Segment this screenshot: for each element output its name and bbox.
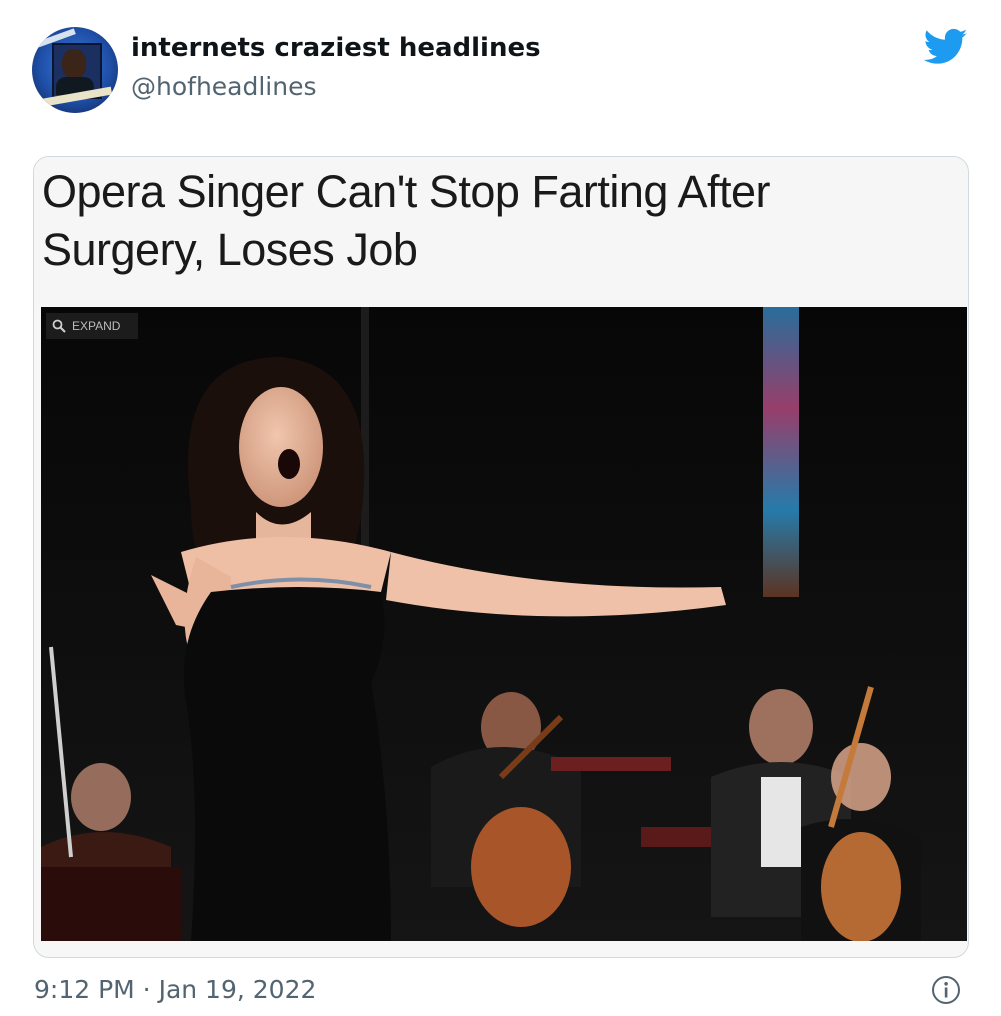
display-name[interactable]: internets craziest headlines [131,33,541,63]
headline-box: Opera Singer Can't Stop Farting After Su… [34,157,968,305]
tweet-timestamp[interactable]: 9:12 PM · Jan 19, 2022 [34,975,316,1004]
photo-scene [41,307,967,941]
info-icon[interactable] [930,974,962,1006]
article-photo[interactable]: EXPAND [41,307,967,941]
avatar[interactable] [32,27,118,113]
tweet-header: internets craziest headlines @hofheadlin… [0,0,1001,150]
article-headline: Opera Singer Can't Stop Farting After Su… [42,166,770,275]
article-card[interactable]: Opera Singer Can't Stop Farting After Su… [33,156,969,958]
user-handle[interactable]: @hofheadlines [131,72,317,101]
expand-label: EXPAND [72,319,121,333]
magnifier-icon [52,319,66,333]
expand-button[interactable]: EXPAND [46,313,139,339]
avatar-face [62,49,86,79]
twitter-bird-icon[interactable] [924,28,968,66]
